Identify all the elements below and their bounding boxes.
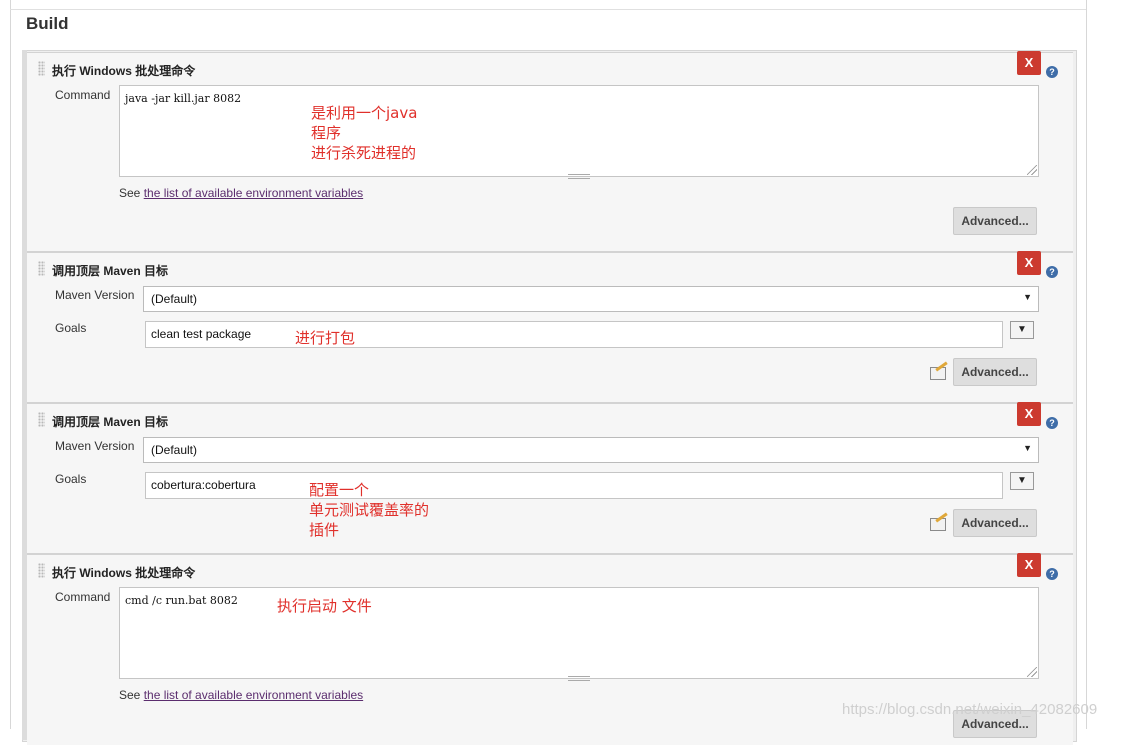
- delete-step-button[interactable]: X: [1017, 251, 1041, 275]
- expand-goals-button[interactable]: ▼: [1010, 472, 1034, 490]
- maven-version-select[interactable]: (Default) ▼: [143, 437, 1039, 463]
- help-icon[interactable]: ?: [1046, 266, 1058, 278]
- build-step-maven-2: 调用顶层 Maven 目标 X ? Maven Version (Default…: [27, 402, 1073, 554]
- advanced-button[interactable]: Advanced...: [953, 509, 1037, 537]
- build-step-batch-1: 执行 Windows 批处理命令 X ? Command java -jar k…: [27, 51, 1073, 252]
- dropdown-arrow-icon: ▼: [1023, 292, 1032, 302]
- advanced-button[interactable]: Advanced...: [953, 207, 1037, 235]
- command-textarea[interactable]: cmd /c run.bat 8082: [119, 587, 1039, 681]
- help-icon[interactable]: ?: [1046, 66, 1058, 78]
- section-title: Build: [26, 14, 69, 33]
- delete-step-button[interactable]: X: [1017, 51, 1041, 75]
- expand-goals-button[interactable]: ▼: [1010, 321, 1034, 339]
- goals-value: clean test package: [151, 327, 252, 341]
- env-vars-hint: See the list of available environment va…: [119, 688, 363, 702]
- grip-icon[interactable]: [38, 61, 45, 76]
- notepad-icon[interactable]: [930, 512, 948, 531]
- goals-label: Goals: [55, 321, 87, 335]
- env-vars-prefix: See: [119, 186, 141, 200]
- textarea-drag-bar[interactable]: [568, 174, 590, 179]
- watermark: https://blog.csdn.net/weixin_42082609: [842, 701, 1098, 718]
- grip-icon[interactable]: [38, 563, 45, 578]
- dropdown-arrow-icon: ▼: [1023, 443, 1032, 453]
- command-value: java -jar kill.jar 8082: [125, 92, 242, 105]
- step-title: 调用顶层 Maven 目标: [52, 415, 169, 429]
- delete-step-button[interactable]: X: [1017, 402, 1041, 426]
- maven-version-value: (Default): [151, 292, 198, 306]
- command-value: cmd /c run.bat 8082: [125, 594, 238, 607]
- env-vars-hint: See the list of available environment va…: [119, 186, 363, 200]
- maven-version-label: Maven Version: [55, 439, 135, 453]
- maven-version-select[interactable]: (Default) ▼: [143, 286, 1039, 312]
- goals-input[interactable]: clean test package: [145, 321, 1003, 348]
- maven-version-value: (Default): [151, 443, 198, 457]
- textarea-drag-bar[interactable]: [568, 676, 590, 681]
- panel-top-border: [10, 9, 1086, 10]
- env-vars-link[interactable]: the list of available environment variab…: [144, 186, 363, 200]
- command-label: Command: [55, 88, 111, 102]
- build-step-maven-1: 调用顶层 Maven 目标 X ? Maven Version (Default…: [27, 251, 1073, 403]
- resize-handle-icon[interactable]: [1027, 667, 1037, 677]
- goals-label: Goals: [55, 472, 87, 486]
- grip-icon[interactable]: [38, 261, 45, 276]
- delete-step-button[interactable]: X: [1017, 553, 1041, 577]
- annotation-note: 是利用一个java 程序 进行杀死进程的: [311, 104, 418, 162]
- step-title: 调用顶层 Maven 目标: [52, 264, 169, 278]
- maven-version-label: Maven Version: [55, 288, 135, 302]
- step-title: 执行 Windows 批处理命令: [52, 566, 196, 580]
- annotation-note: 配置一个 单元测试覆盖率的 插件: [309, 481, 430, 539]
- command-textarea[interactable]: java -jar kill.jar 8082: [119, 85, 1039, 179]
- panel-left-border: [10, 0, 11, 729]
- command-label: Command: [55, 590, 111, 604]
- notepad-icon[interactable]: [930, 361, 948, 380]
- grip-icon[interactable]: [38, 412, 45, 427]
- step-title: 执行 Windows 批处理命令: [52, 64, 196, 78]
- help-icon[interactable]: ?: [1046, 568, 1058, 580]
- env-vars-prefix: See: [119, 688, 141, 702]
- annotation-note: 执行启动 文件: [277, 597, 372, 615]
- resize-handle-icon[interactable]: [1027, 165, 1037, 175]
- goals-value: cobertura:cobertura: [151, 478, 256, 492]
- env-vars-link[interactable]: the list of available environment variab…: [144, 688, 363, 702]
- goals-input[interactable]: cobertura:cobertura: [145, 472, 1003, 499]
- advanced-button[interactable]: Advanced...: [953, 358, 1037, 386]
- help-icon[interactable]: ?: [1046, 417, 1058, 429]
- annotation-note: 进行打包: [295, 329, 356, 347]
- panel-right-border: [1086, 0, 1087, 729]
